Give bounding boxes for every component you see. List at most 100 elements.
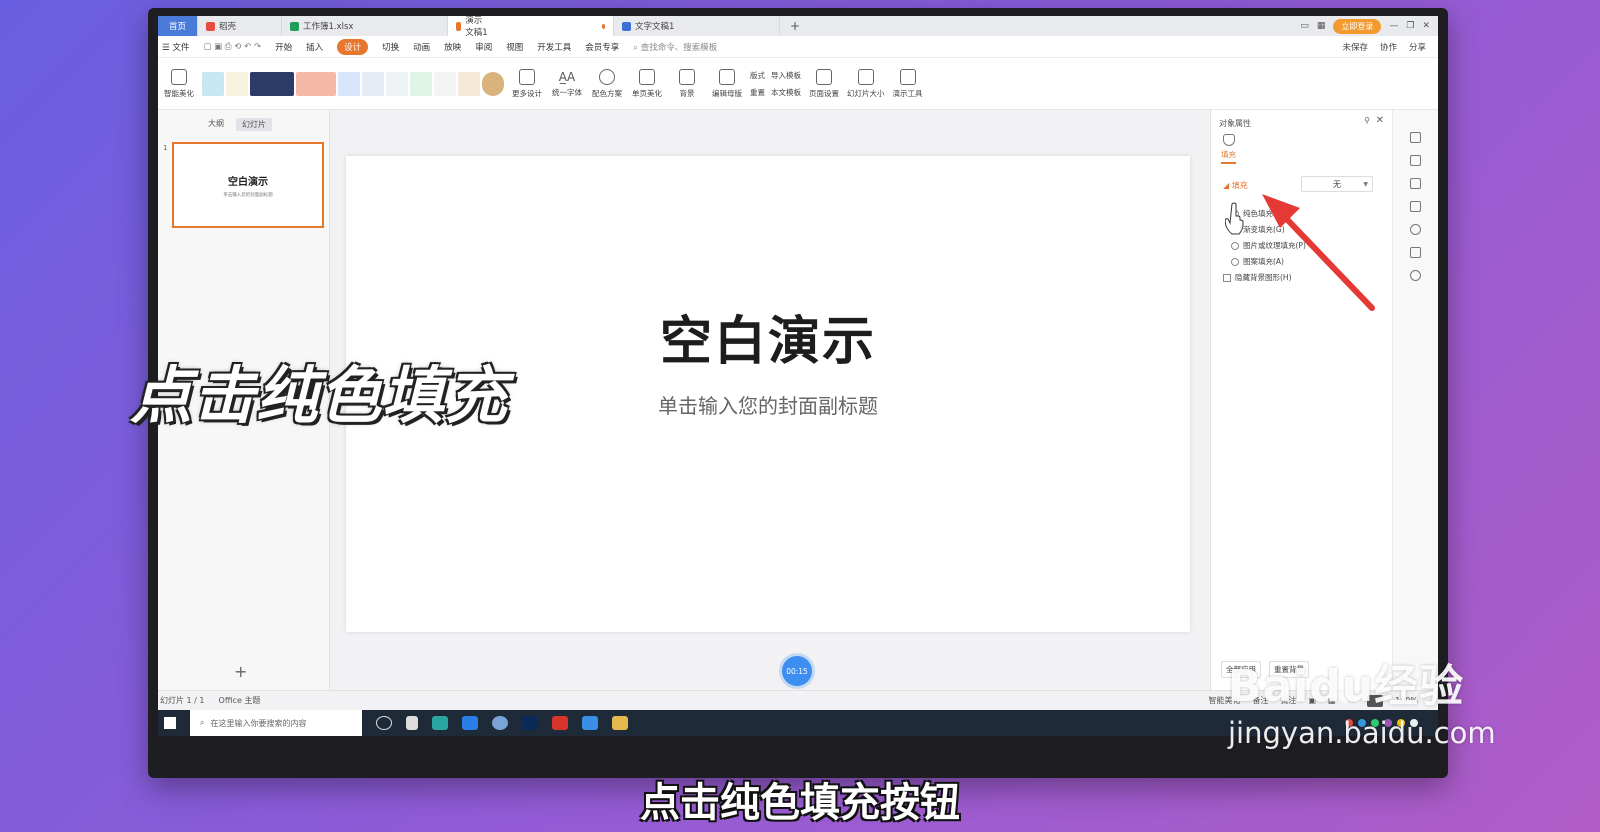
pattern-fill-option[interactable]: 图案填充(A) xyxy=(1231,256,1284,267)
docer-icon xyxy=(206,21,215,31)
fill-type-select[interactable]: 无 ▼ xyxy=(1301,176,1373,192)
command-search[interactable]: ⌕ 查找命令、搜索模板 xyxy=(633,41,717,53)
presentation-icon xyxy=(456,21,462,31)
menu-animation[interactable]: 动画 xyxy=(413,41,430,53)
doc-template-button[interactable]: 本文模板 xyxy=(771,87,801,98)
edit-master-button[interactable]: 编辑母版 xyxy=(710,68,744,99)
slide-size-button[interactable]: 幻灯片大小 xyxy=(847,68,885,99)
slide-size-icon xyxy=(857,68,874,85)
more-design-button[interactable]: 更多设计 xyxy=(510,68,544,99)
grid-icon[interactable]: ▦ xyxy=(1317,21,1326,31)
design-templates xyxy=(202,71,504,96)
properties-icon[interactable] xyxy=(1410,155,1421,166)
panel-tabs: 大纲 幻灯片 xyxy=(158,110,329,131)
menu-developer[interactable]: 开发工具 xyxy=(537,41,571,53)
page-setup-button[interactable]: 页面设置 xyxy=(807,68,841,99)
smart-beautify-button[interactable]: 智能美化 xyxy=(162,68,196,99)
template-thumb[interactable] xyxy=(386,71,408,96)
photoshop-icon[interactable] xyxy=(522,716,538,730)
collaborate-button[interactable]: 协作 xyxy=(1380,41,1397,53)
menu-view[interactable]: 视图 xyxy=(506,41,523,53)
tab-docer[interactable]: 稻壳 xyxy=(198,16,282,36)
layers-icon[interactable] xyxy=(1410,201,1421,212)
unsaved-button[interactable]: 未保存 xyxy=(1342,41,1368,53)
slide-title[interactable]: 空白演示 xyxy=(660,299,876,374)
template-thumb[interactable] xyxy=(410,71,432,96)
shape-icon[interactable] xyxy=(1410,132,1421,143)
menu-member[interactable]: 会员专享 xyxy=(585,41,619,53)
close-icon[interactable]: ✕ xyxy=(1376,115,1384,126)
watermark-brand: Baidu经验 xyxy=(1228,661,1465,712)
location-icon[interactable] xyxy=(1410,270,1421,281)
tab-home[interactable]: 首页 xyxy=(158,16,198,36)
restore-icon[interactable]: ❐ xyxy=(1406,21,1414,31)
menu-design[interactable]: 设计 xyxy=(337,38,369,55)
checkbox-icon xyxy=(1223,273,1231,282)
template-thumb[interactable] xyxy=(482,71,504,96)
single-page-beautify-button[interactable]: 单页美化 xyxy=(630,68,664,99)
share-button[interactable]: 分享 xyxy=(1409,41,1426,53)
app-icon[interactable] xyxy=(492,716,508,730)
minimize-icon[interactable]: — xyxy=(1389,21,1398,31)
animation-icon[interactable] xyxy=(1410,178,1421,189)
folder-icon[interactable] xyxy=(612,716,628,730)
image-icon[interactable] xyxy=(1410,247,1421,258)
menu-home[interactable]: 开始 xyxy=(275,41,292,53)
browser-icon[interactable] xyxy=(432,716,448,730)
menu-insert[interactable]: 插入 xyxy=(306,41,323,53)
taskbar-search[interactable]: ⌕ 在这里输入你要搜索的内容 xyxy=(190,710,362,736)
menu-slideshow[interactable]: 放映 xyxy=(444,41,461,53)
menu-transition[interactable]: 切换 xyxy=(382,41,399,53)
menu-review[interactable]: 审阅 xyxy=(475,41,492,53)
edge-icon[interactable] xyxy=(462,716,478,730)
layout-icon[interactable]: ▭ xyxy=(1300,21,1309,31)
tab-presentation[interactable]: 演示文稿1 xyxy=(448,16,614,38)
template-thumb[interactable] xyxy=(250,71,294,96)
tab-outline[interactable]: 大纲 xyxy=(208,118,224,131)
file-menu[interactable]: ☰ 文件 xyxy=(162,41,189,53)
fill-section-header[interactable]: ◢ 填充 xyxy=(1223,180,1248,191)
slide-subtitle[interactable]: 单击输入您的封面副标题 xyxy=(658,390,878,419)
template-thumb[interactable] xyxy=(296,71,336,96)
master-icon xyxy=(719,68,735,85)
template-thumb[interactable] xyxy=(362,71,384,96)
cortana-icon[interactable] xyxy=(376,716,392,730)
object-properties-panel: 对象属性 ⚲ ✕ 填充 ◢ 填充 无 ▼ 纯色填充(S) 渐变填充(G) 图片或… xyxy=(1210,110,1392,690)
app-icon[interactable] xyxy=(582,716,598,730)
login-button[interactable]: 立即登录 xyxy=(1333,18,1382,34)
tools-icon xyxy=(899,68,916,85)
pin-icon[interactable]: ⚲ xyxy=(1364,116,1370,125)
task-view-icon[interactable] xyxy=(406,716,418,730)
template-thumb[interactable] xyxy=(226,71,248,96)
quick-access-icons[interactable]: ▢ ▣ ⎙ ⟲ ↶ ↷ xyxy=(203,42,261,52)
fill-tab[interactable]: 填充 xyxy=(1221,134,1236,164)
template-thumb[interactable] xyxy=(202,71,224,96)
help-icon[interactable] xyxy=(1410,224,1421,235)
slide-thumbnail[interactable]: 空白演示 单击输入您的封面副标题 xyxy=(172,142,324,228)
windows-start-icon[interactable] xyxy=(164,717,176,729)
spreadsheet-icon xyxy=(290,21,299,31)
tab-slides[interactable]: 幻灯片 xyxy=(236,118,272,131)
template-thumb[interactable] xyxy=(458,71,480,96)
new-tab-button[interactable]: + xyxy=(790,19,800,33)
unify-font-button[interactable]: A̲A 统一字体 xyxy=(550,70,584,98)
close-icon[interactable]: ✕ xyxy=(1422,21,1430,31)
baidu-watermark: Baidu经验 jingyan.baidu.com xyxy=(1228,650,1496,750)
presentation-tools-button[interactable]: 演示工具 xyxy=(891,68,925,99)
tab-writer[interactable]: 文字文稿1 xyxy=(614,16,780,36)
template-thumb[interactable] xyxy=(434,71,456,96)
hide-bg-checkbox[interactable]: 隐藏背景图形(H) xyxy=(1223,272,1292,283)
design-toolbar: 智能美化 更多设计 A̲A 统一字体 配色方案 单页美化 背景 编辑母版 版式 … xyxy=(158,58,1438,110)
add-slide-button[interactable]: + xyxy=(234,662,247,681)
picture-fill-option[interactable]: 图片或纹理填充(P) xyxy=(1231,240,1306,251)
search-icon: ⌕ xyxy=(200,718,205,727)
background-button[interactable]: 背景 xyxy=(670,68,704,99)
wps-icon[interactable] xyxy=(552,716,568,730)
template-thumb[interactable] xyxy=(338,71,360,96)
color-scheme-button[interactable]: 配色方案 xyxy=(590,68,624,99)
window-controls: ▭ ▦ 立即登录 — ❐ ✕ xyxy=(1300,18,1438,34)
import-template-button[interactable]: 导入模板 xyxy=(771,70,801,81)
reset-button[interactable]: 重置 xyxy=(750,87,765,98)
layout-button[interactable]: 版式 xyxy=(750,70,765,81)
tab-workbook[interactable]: 工作簿1.xlsx xyxy=(282,16,448,36)
